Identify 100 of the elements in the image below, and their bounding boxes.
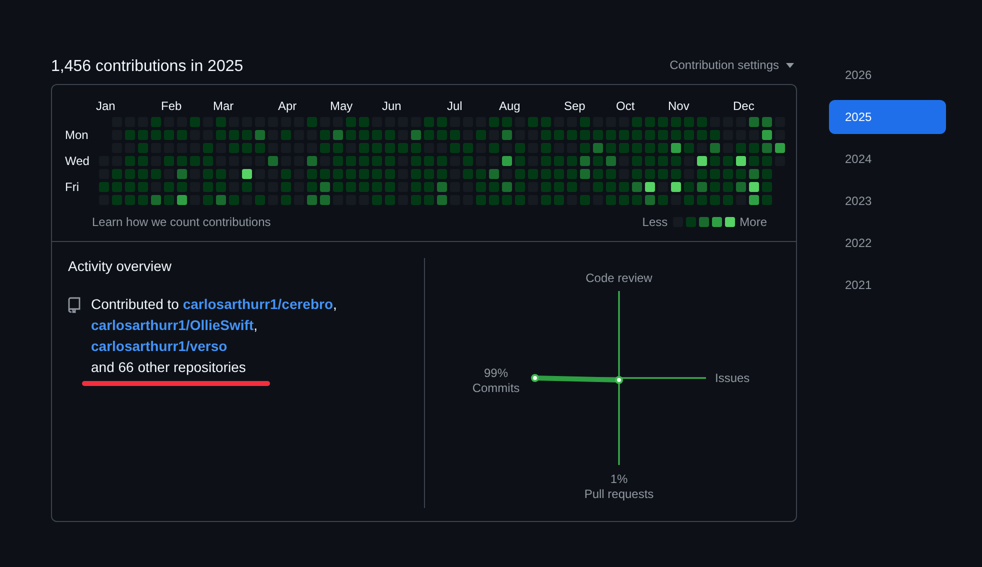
contribution-cell[interactable] (541, 130, 551, 140)
contribution-cell[interactable] (320, 143, 330, 153)
contribution-cell[interactable] (619, 143, 629, 153)
contribution-cell[interactable] (736, 143, 746, 153)
contribution-cell[interactable] (411, 195, 421, 205)
contribution-cell[interactable] (606, 169, 616, 179)
contribution-cell[interactable] (710, 130, 720, 140)
contribution-cell[interactable] (502, 195, 512, 205)
contribution-cell[interactable] (164, 130, 174, 140)
contribution-cell[interactable] (125, 130, 135, 140)
contribution-cell[interactable] (554, 195, 564, 205)
contribution-cell[interactable] (710, 182, 720, 192)
contribution-cell[interactable] (242, 143, 252, 153)
contribution-cell[interactable] (333, 156, 343, 166)
contribution-cell[interactable] (632, 195, 642, 205)
contribution-cell[interactable] (346, 169, 356, 179)
contribution-cell[interactable] (762, 169, 772, 179)
contribution-cell[interactable] (554, 130, 564, 140)
contribution-cell[interactable] (593, 169, 603, 179)
contribution-cell[interactable] (372, 130, 382, 140)
contribution-cell[interactable] (112, 195, 122, 205)
contribution-cell[interactable] (528, 117, 538, 127)
contribution-cell[interactable] (255, 195, 265, 205)
contribution-cell[interactable] (619, 130, 629, 140)
contribution-cell[interactable] (632, 143, 642, 153)
contribution-cell[interactable] (216, 195, 226, 205)
year-tab[interactable]: 2023 (829, 184, 946, 218)
contribution-cell[interactable] (177, 169, 187, 179)
contribution-cell[interactable] (658, 195, 668, 205)
contribution-cell[interactable] (749, 169, 759, 179)
contribution-cell[interactable] (216, 182, 226, 192)
contribution-cell[interactable] (645, 182, 655, 192)
contribution-cell[interactable] (281, 130, 291, 140)
contribution-cell[interactable] (411, 130, 421, 140)
contribution-cell[interactable] (437, 195, 447, 205)
contribution-cell[interactable] (580, 143, 590, 153)
contribution-cell[interactable] (359, 156, 369, 166)
contribution-cell[interactable] (281, 169, 291, 179)
contribution-cell[interactable] (190, 117, 200, 127)
contribution-cell[interactable] (762, 117, 772, 127)
contribution-cell[interactable] (645, 117, 655, 127)
contribution-cell[interactable] (671, 117, 681, 127)
contribution-cell[interactable] (125, 182, 135, 192)
contribution-cell[interactable] (606, 143, 616, 153)
contribution-cell[interactable] (307, 182, 317, 192)
contribution-cell[interactable] (138, 156, 148, 166)
contribution-cell[interactable] (645, 169, 655, 179)
contribution-cell[interactable] (203, 195, 213, 205)
contribution-cell[interactable] (424, 130, 434, 140)
contribution-cell[interactable] (684, 143, 694, 153)
contribution-cell[interactable] (671, 130, 681, 140)
contribution-cell[interactable] (164, 156, 174, 166)
contribution-cell[interactable] (528, 169, 538, 179)
contribution-cell[interactable] (697, 169, 707, 179)
contribution-cell[interactable] (424, 156, 434, 166)
contribution-cell[interactable] (489, 182, 499, 192)
contribution-cell[interactable] (736, 182, 746, 192)
repo-link[interactable]: carlosarthurr1/cerebro (182, 296, 334, 312)
contribution-cell[interactable] (762, 130, 772, 140)
contribution-cell[interactable] (138, 182, 148, 192)
contribution-cell[interactable] (554, 182, 564, 192)
contribution-cell[interactable] (99, 182, 109, 192)
contribution-cell[interactable] (164, 195, 174, 205)
contribution-cell[interactable] (541, 117, 551, 127)
contribution-cell[interactable] (138, 169, 148, 179)
contribution-cell[interactable] (437, 182, 447, 192)
contribution-cell[interactable] (515, 143, 525, 153)
contribution-cell[interactable] (658, 156, 668, 166)
contribution-cell[interactable] (567, 182, 577, 192)
contribution-cell[interactable] (424, 182, 434, 192)
contribution-cell[interactable] (385, 169, 395, 179)
contribution-cell[interactable] (541, 195, 551, 205)
contribution-cell[interactable] (645, 130, 655, 140)
contribution-cell[interactable] (567, 130, 577, 140)
contribution-cell[interactable] (658, 130, 668, 140)
contribution-cell[interactable] (723, 156, 733, 166)
contribution-cell[interactable] (710, 156, 720, 166)
contribution-cell[interactable] (151, 169, 161, 179)
contribution-cell[interactable] (632, 130, 642, 140)
contribution-cell[interactable] (151, 195, 161, 205)
contribution-cell[interactable] (437, 130, 447, 140)
contribution-cell[interactable] (710, 195, 720, 205)
contribution-cell[interactable] (489, 117, 499, 127)
contribution-cell[interactable] (762, 195, 772, 205)
contribution-cell[interactable] (554, 156, 564, 166)
contribution-cell[interactable] (424, 195, 434, 205)
contribution-cell[interactable] (346, 130, 356, 140)
contribution-cell[interactable] (554, 169, 564, 179)
contribution-cell[interactable] (567, 156, 577, 166)
contribution-cell[interactable] (372, 195, 382, 205)
contribution-cell[interactable] (749, 195, 759, 205)
contribution-cell[interactable] (580, 130, 590, 140)
contribution-cell[interactable] (177, 130, 187, 140)
contribution-cell[interactable] (593, 182, 603, 192)
contribution-cell[interactable] (541, 156, 551, 166)
repo-link[interactable]: carlosarthurr1/verso (91, 338, 228, 354)
contribution-cell[interactable] (424, 117, 434, 127)
contribution-cell[interactable] (658, 143, 668, 153)
contribution-cell[interactable] (515, 156, 525, 166)
contribution-cell[interactable] (320, 130, 330, 140)
